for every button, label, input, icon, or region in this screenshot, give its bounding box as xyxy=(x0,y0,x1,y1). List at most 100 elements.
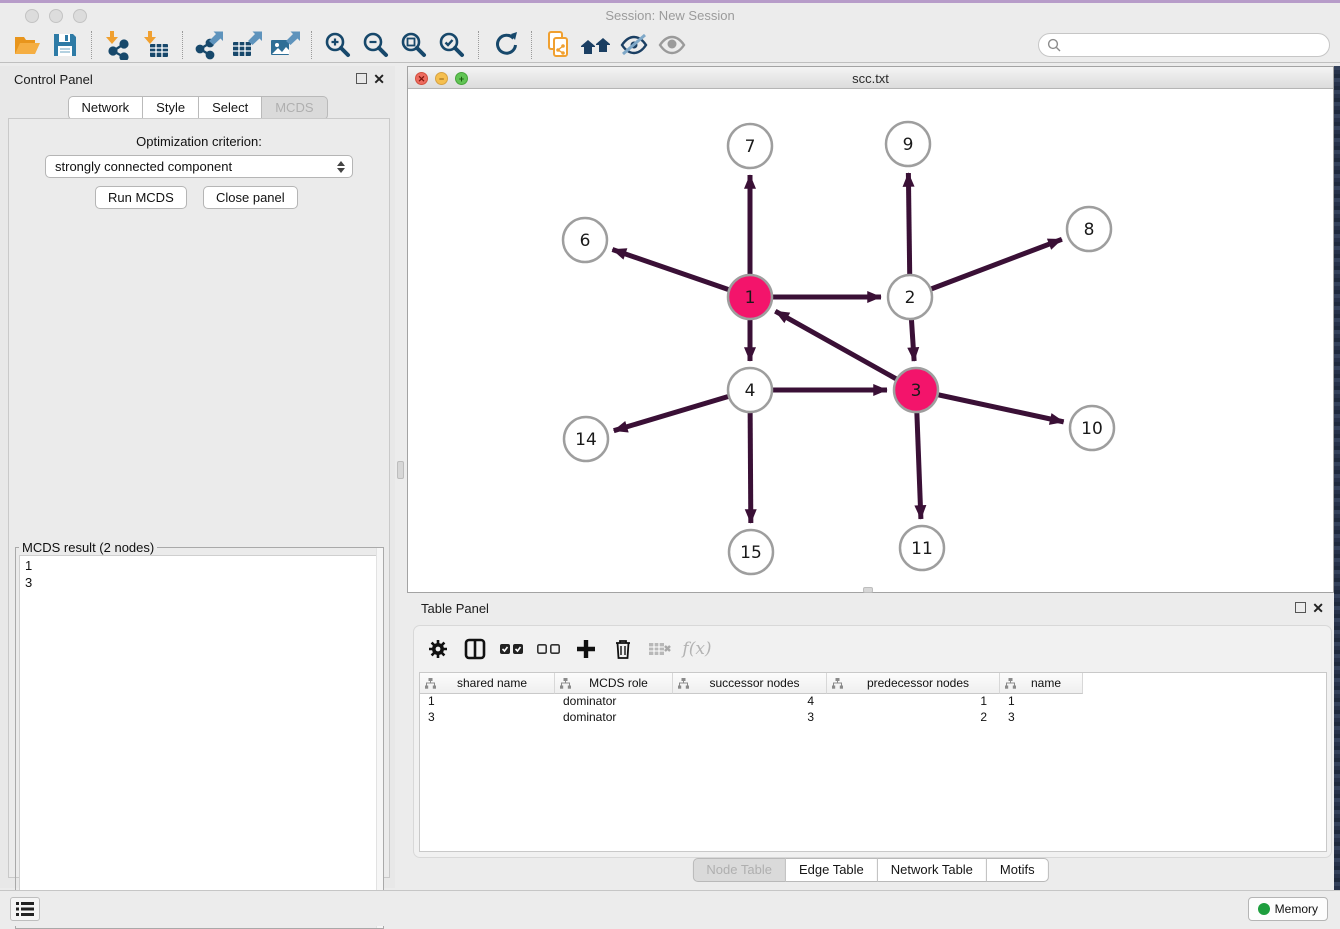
table-panel: Table Panel ✕ xyxy=(407,595,1334,890)
table-row[interactable]: 1dominator411 xyxy=(420,694,1326,710)
zoom-in-icon[interactable] xyxy=(319,29,357,61)
node-label-15: 15 xyxy=(740,543,762,563)
optimization-criterion-value: strongly connected component xyxy=(55,159,232,174)
cell-MCDS-role[interactable]: dominator xyxy=(555,694,673,710)
select-all-icon[interactable] xyxy=(498,635,526,663)
cell-predecessor-nodes[interactable]: 2 xyxy=(827,710,1000,726)
main-toolbar xyxy=(0,27,1340,63)
graph-node-3[interactable]: 3 xyxy=(894,368,938,412)
cell-successor-nodes[interactable]: 4 xyxy=(673,694,827,710)
application-window: Session: New Session xyxy=(0,0,1340,926)
network-overview-icon[interactable] xyxy=(539,29,577,61)
close-table-panel-icon[interactable]: ✕ xyxy=(1312,602,1324,614)
result-scrollbar[interactable] xyxy=(376,548,383,928)
node-label-2: 2 xyxy=(905,288,916,308)
tab-mcds[interactable]: MCDS xyxy=(262,96,327,120)
status-bar: Memory xyxy=(0,890,1340,926)
apply-layout-icon[interactable] xyxy=(486,29,524,61)
run-mcds-button[interactable]: Run MCDS xyxy=(95,186,187,209)
mcds-result-groupbox: MCDS result (2 nodes) 1 3 xyxy=(15,547,384,929)
toolbar-separator xyxy=(478,31,479,59)
cell-MCDS-role[interactable]: dominator xyxy=(555,710,673,726)
search-input[interactable] xyxy=(1066,35,1329,55)
node-label-10: 10 xyxy=(1081,419,1103,439)
save-session-icon[interactable] xyxy=(46,29,84,61)
zoom-out-icon[interactable] xyxy=(357,29,395,61)
column-header-successor-nodes[interactable]: successor nodes xyxy=(673,673,827,694)
show-all-icon[interactable] xyxy=(577,29,615,61)
show-panel-icon[interactable] xyxy=(653,29,691,61)
cell-successor-nodes[interactable]: 3 xyxy=(673,710,827,726)
network-window-titlebar[interactable]: ✕ − + scc.txt xyxy=(408,67,1333,89)
network-canvas[interactable]: 1 2 3 4 6 7 8 9 10 11 14 15 xyxy=(408,89,1333,592)
graph-node-7[interactable]: 7 xyxy=(728,124,772,168)
edge-3-1[interactable] xyxy=(775,311,916,390)
cell-predecessor-nodes[interactable]: 1 xyxy=(827,694,1000,710)
toolbar-separator xyxy=(531,31,532,59)
close-panel-button[interactable]: Close panel xyxy=(203,186,298,209)
open-session-icon[interactable] xyxy=(8,29,46,61)
delete-row-icon[interactable] xyxy=(609,635,637,663)
cell-shared-name[interactable]: 3 xyxy=(420,710,555,726)
vertical-splitter-handle[interactable] xyxy=(397,461,404,479)
tab-select[interactable]: Select xyxy=(199,96,262,120)
close-panel-icon[interactable]: ✕ xyxy=(373,73,385,85)
cell-name[interactable]: 1 xyxy=(1000,694,1083,710)
apply-function-icon[interactable]: f(x) xyxy=(683,635,711,663)
control-panel-tabs: NetworkStyleSelectMCDS xyxy=(67,96,327,120)
node-label-11: 11 xyxy=(911,539,933,559)
optimization-criterion-select[interactable]: strongly connected component xyxy=(45,155,353,178)
column-header-MCDS-role[interactable]: MCDS role xyxy=(555,673,673,694)
zoom-fit-icon[interactable] xyxy=(395,29,433,61)
tab-edge-table[interactable]: Edge Table xyxy=(786,858,878,882)
tab-node-table[interactable]: Node Table xyxy=(692,858,786,882)
horizontal-splitter-handle[interactable] xyxy=(863,587,873,593)
show-columns-icon[interactable] xyxy=(461,635,489,663)
float-window-icon[interactable] xyxy=(356,73,367,86)
graph-node-8[interactable]: 8 xyxy=(1067,207,1111,251)
zoom-selected-icon[interactable] xyxy=(433,29,471,61)
graph-node-1[interactable]: 1 xyxy=(728,275,772,319)
task-history-button[interactable] xyxy=(10,897,40,921)
column-header-shared-name[interactable]: shared name xyxy=(420,673,555,694)
edge-2-8[interactable] xyxy=(910,239,1062,297)
graph-node-14[interactable]: 14 xyxy=(564,417,608,461)
table-panel-body: f(x) shared nameMCDS rolesuccessor nodes… xyxy=(413,625,1332,858)
tab-network[interactable]: Network xyxy=(67,96,143,120)
memory-label: Memory xyxy=(1275,902,1318,916)
table-settings-icon[interactable] xyxy=(424,635,452,663)
table-row[interactable]: 3dominator323 xyxy=(420,710,1326,726)
tab-style[interactable]: Style xyxy=(143,96,199,120)
graph-node-10[interactable]: 10 xyxy=(1070,406,1114,450)
delete-table-icon[interactable] xyxy=(646,635,674,663)
tab-motifs[interactable]: Motifs xyxy=(987,858,1049,882)
mcds-result-list[interactable]: 1 3 xyxy=(19,555,380,925)
mcds-tab-content: Optimization criterion: strongly connect… xyxy=(8,118,390,878)
import-network-icon[interactable] xyxy=(99,29,137,61)
graph-node-15[interactable]: 15 xyxy=(729,530,773,574)
graph-node-4[interactable]: 4 xyxy=(728,368,772,412)
cell-shared-name[interactable]: 1 xyxy=(420,694,555,710)
export-network-icon[interactable] xyxy=(190,29,228,61)
memory-button[interactable]: Memory xyxy=(1248,897,1328,921)
export-table-icon[interactable] xyxy=(228,29,266,61)
select-stepper-icon xyxy=(334,159,347,175)
graph-node-2[interactable]: 2 xyxy=(888,275,932,319)
cell-name[interactable]: 3 xyxy=(1000,710,1083,726)
graph-node-9[interactable]: 9 xyxy=(886,122,930,166)
add-row-icon[interactable] xyxy=(572,635,600,663)
column-header-predecessor-nodes[interactable]: predecessor nodes xyxy=(827,673,1000,694)
node-table[interactable]: shared nameMCDS rolesuccessor nodesprede… xyxy=(419,672,1327,852)
tab-network-table[interactable]: Network Table xyxy=(878,858,987,882)
search-field[interactable] xyxy=(1038,33,1330,57)
control-panel: Control Panel ✕ NetworkStyleSelectMCDS O… xyxy=(0,66,395,888)
column-header-name[interactable]: name xyxy=(1000,673,1083,694)
import-table-icon[interactable] xyxy=(137,29,175,61)
graph-node-6[interactable]: 6 xyxy=(563,218,607,262)
mcds-result-title: MCDS result (2 nodes) xyxy=(19,540,157,555)
export-image-icon[interactable] xyxy=(266,29,304,61)
graph-node-11[interactable]: 11 xyxy=(900,526,944,570)
deselect-all-icon[interactable] xyxy=(535,635,563,663)
hide-panel-icon[interactable] xyxy=(615,29,653,61)
float-table-panel-icon[interactable] xyxy=(1295,602,1306,615)
